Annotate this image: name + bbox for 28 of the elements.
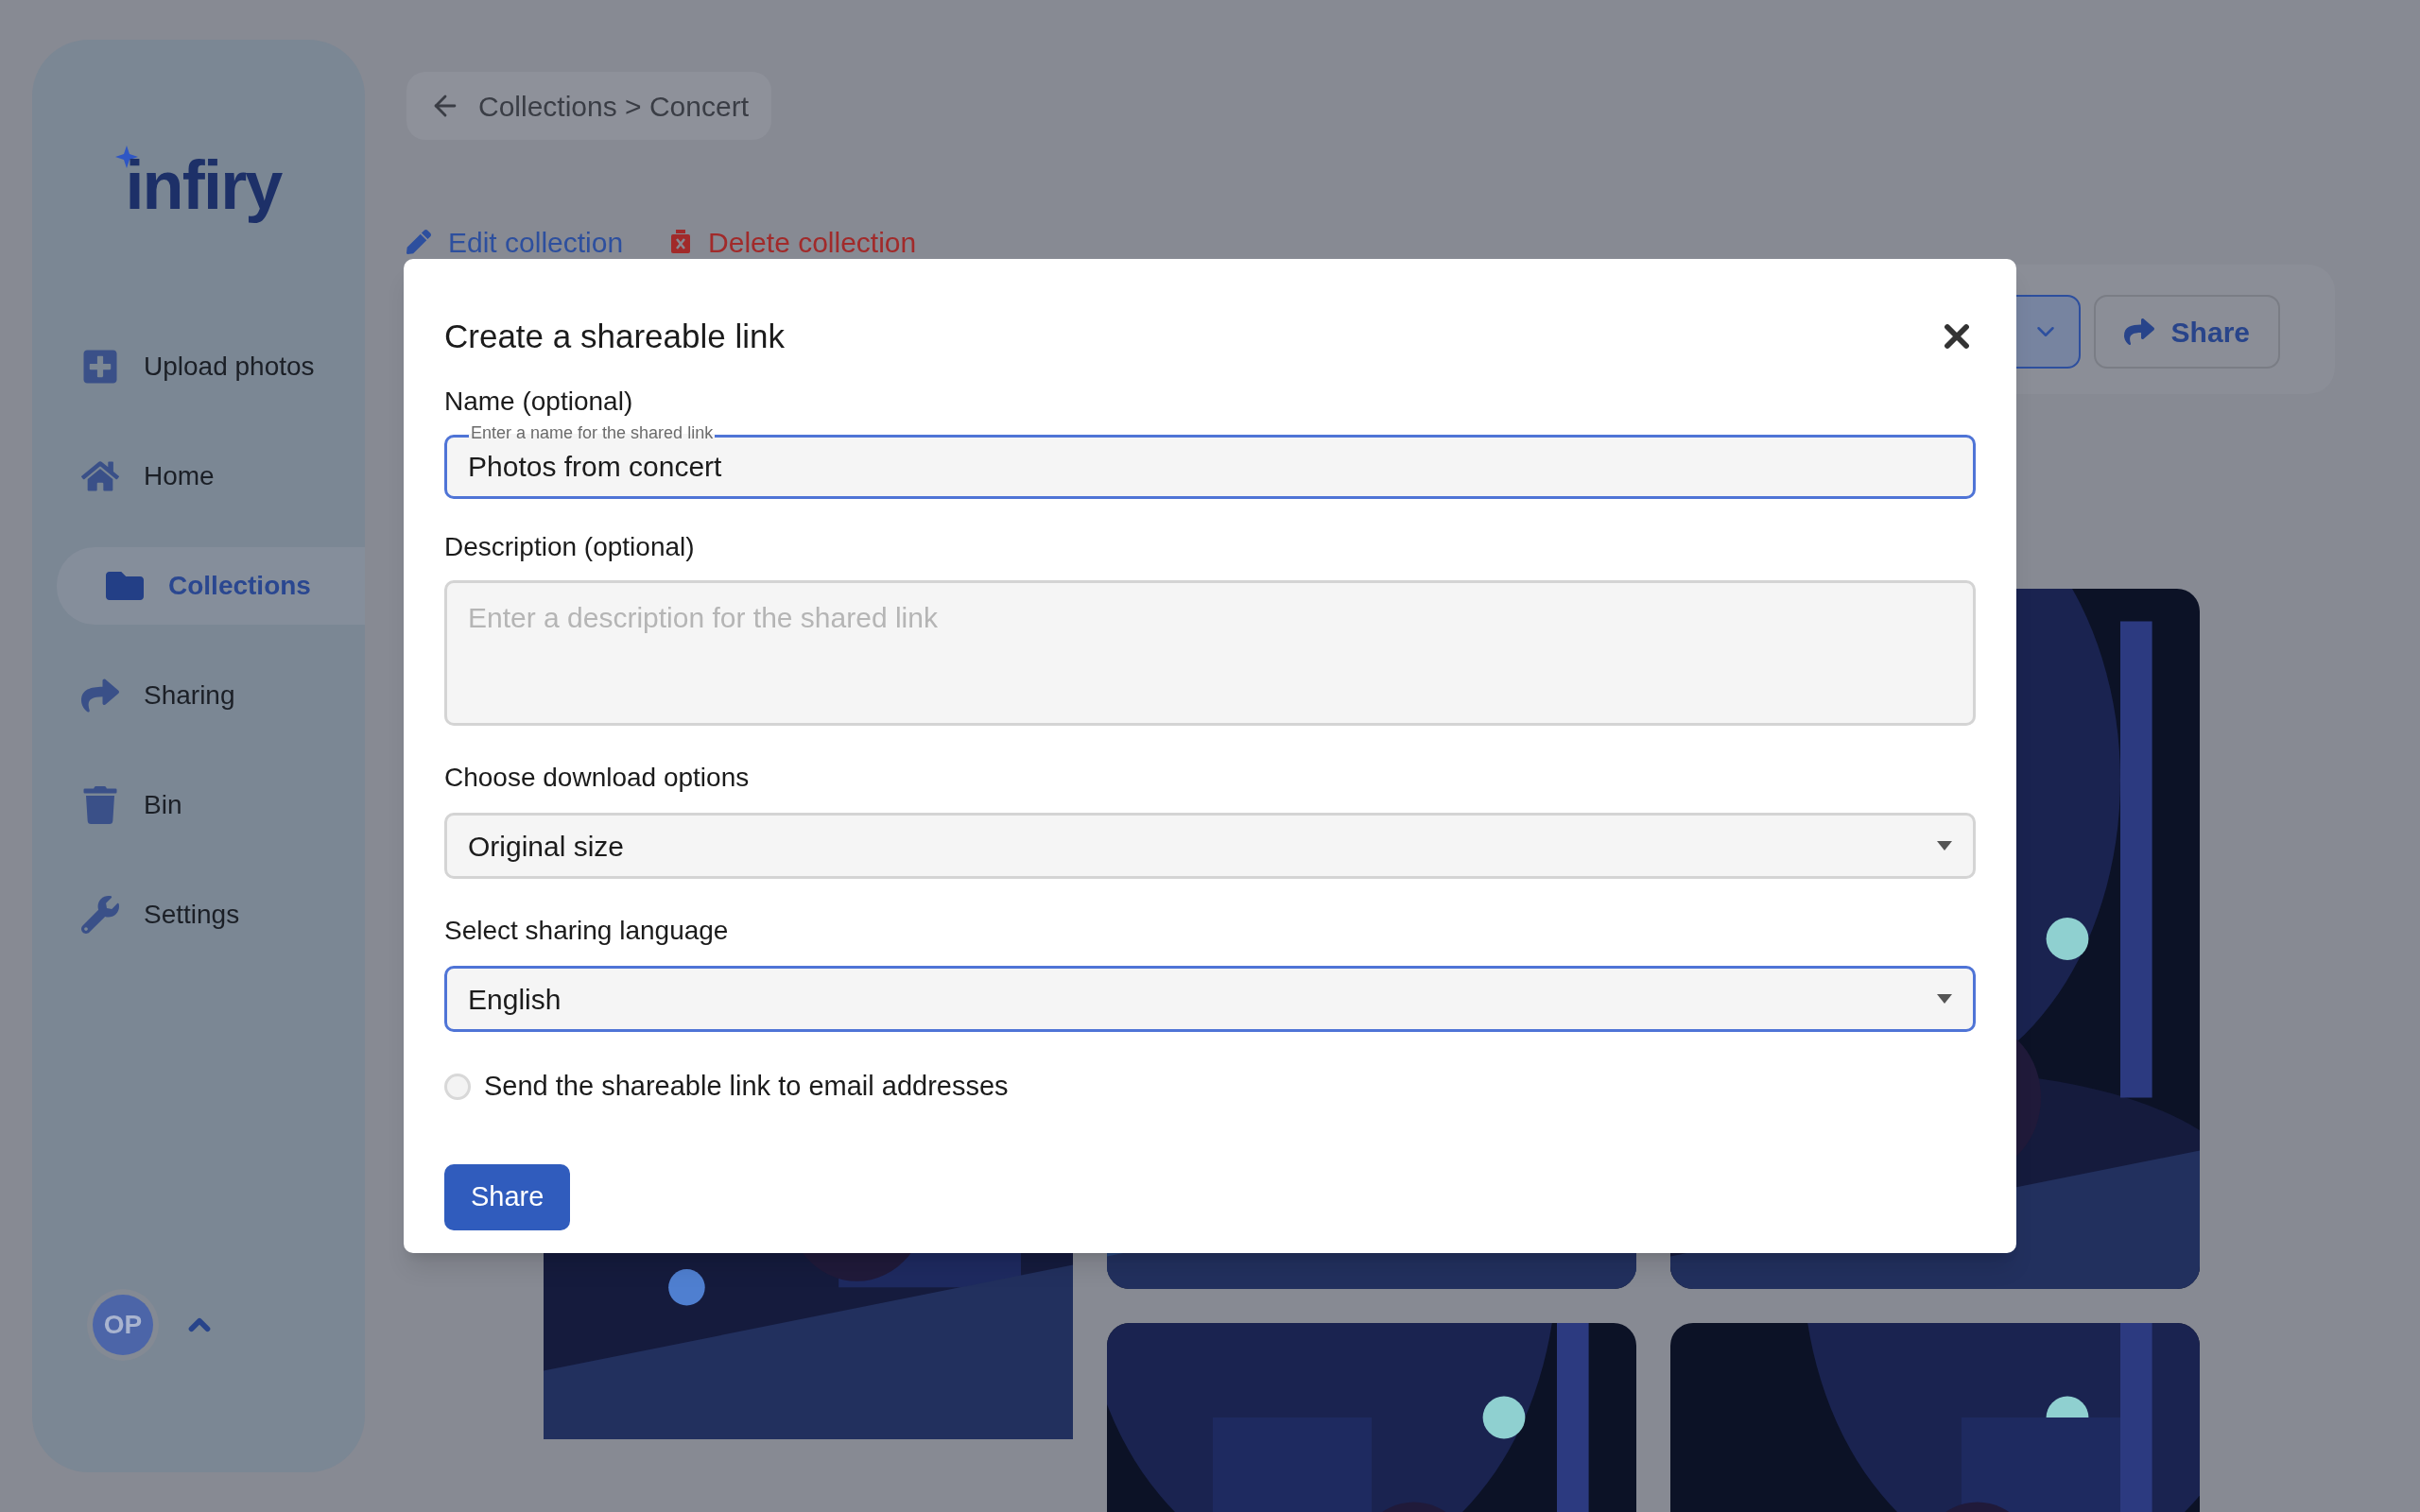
- option-label: Send the shareable link to email addresses: [484, 1070, 1009, 1103]
- breadcrumb: Collections > Concert: [478, 89, 749, 124]
- share-submit-button[interactable]: Share: [444, 1163, 571, 1230]
- caret-down-icon: [1937, 841, 1952, 850]
- nav-item[interactable]: Upload photos: [32, 328, 365, 405]
- field-label: Description (optional): [444, 531, 696, 563]
- nav-item[interactable]: Sharing: [32, 657, 365, 734]
- nav-item[interactable]: Settings: [32, 876, 365, 954]
- share-arrow-icon: [81, 677, 119, 714]
- nav-item[interactable]: Collections: [57, 547, 365, 625]
- download-select[interactable]: Original size: [444, 813, 1976, 879]
- language-select[interactable]: English: [444, 966, 1976, 1032]
- dialog-title: Create a shareable link: [444, 316, 785, 356]
- nav-item[interactable]: Home: [32, 438, 365, 515]
- field-label: Choose download options: [444, 762, 751, 794]
- nav-item[interactable]: Bin: [32, 766, 365, 844]
- pencil-icon: [406, 230, 431, 254]
- description-field[interactable]: Enter a description for the shared link: [444, 580, 1976, 726]
- radio-button[interactable]: [444, 1073, 471, 1100]
- field-label: Select sharing language: [444, 915, 730, 947]
- field-label: Name (optional): [444, 386, 634, 418]
- caret-down-icon: [1937, 994, 1952, 1004]
- user-avatar[interactable]: OP: [93, 1295, 153, 1355]
- wrench-icon: [81, 896, 119, 934]
- trash-icon: [81, 786, 119, 824]
- share-button[interactable]: Share: [2093, 295, 2280, 369]
- share-arrow-icon: [2123, 317, 2154, 347]
- delete-icon: [670, 230, 692, 254]
